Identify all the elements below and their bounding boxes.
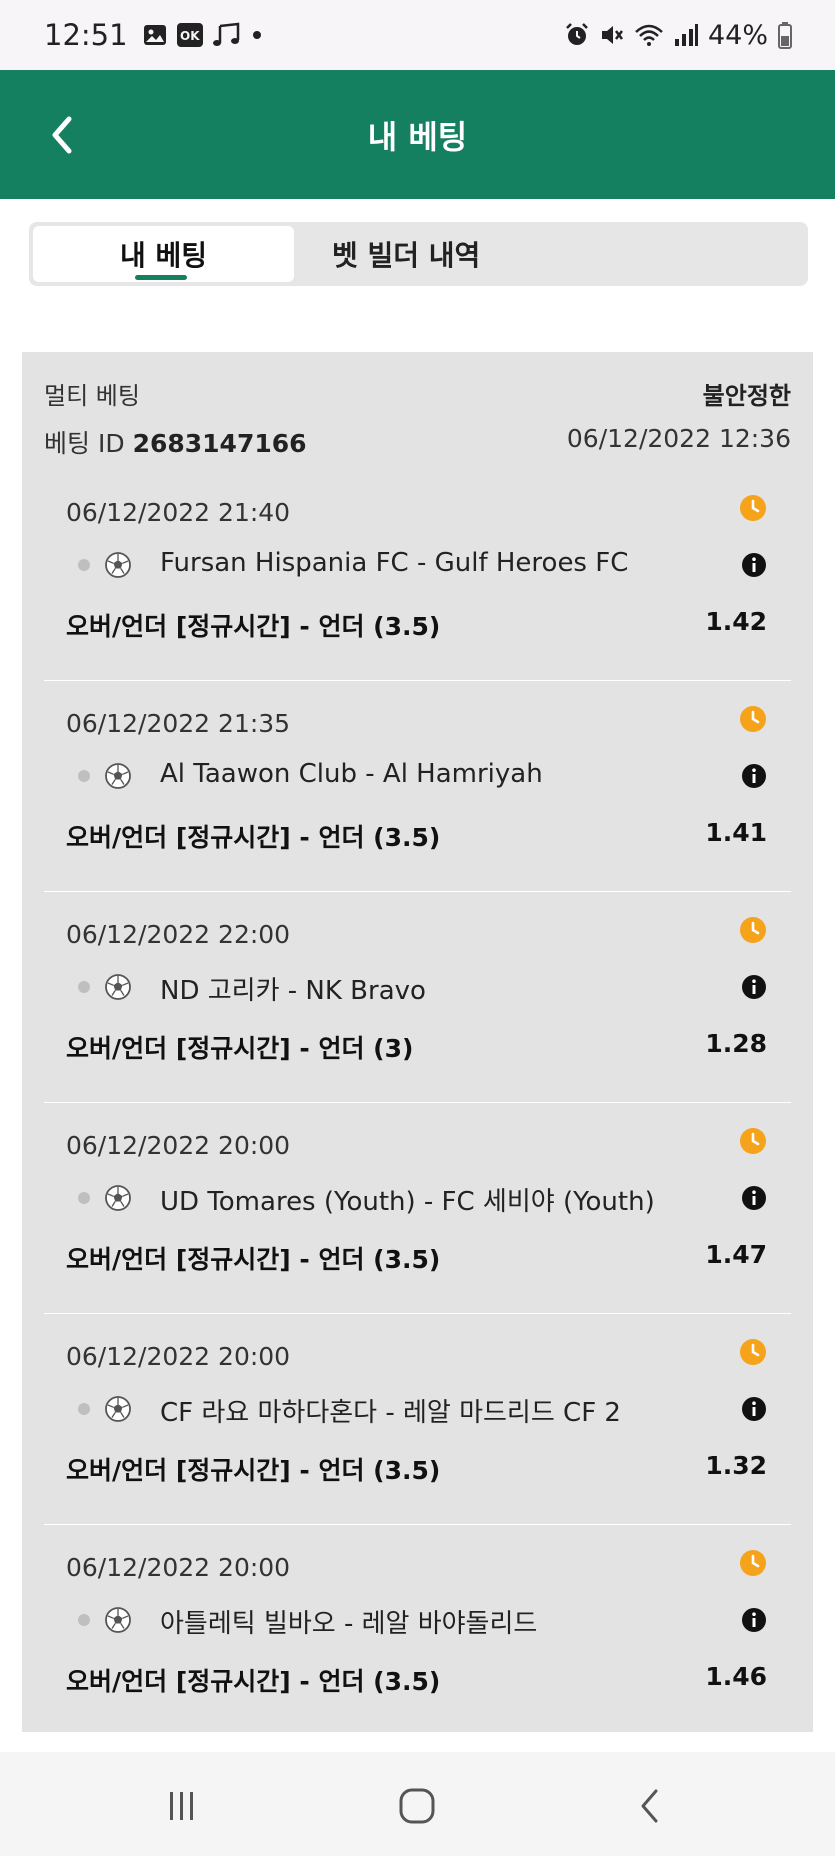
selection-date: 06/12/2022 21:40 [66,498,291,527]
bet-card: 멀티 베팅 불안정한 베팅 ID 2683147166 06/12/2022 12… [22,352,813,1736]
svg-text:OK: OK [180,29,200,43]
status-dot [78,770,90,782]
clock-icon [739,705,767,733]
selection-row: 06/12/2022 20:00 아틀레틱 빌바오 - 레알 바야돌리드오버/언더… [44,1525,791,1736]
match-name: Al Taawon Club - Al Hamriyah [160,759,543,789]
odds-value: 1.47 [705,1240,767,1269]
status-dot [78,559,90,571]
odds-value: 1.28 [705,1029,767,1058]
match-name: 아틀레틱 빌바오 - 레알 바야돌리드 [160,1609,538,1639]
back-button[interactable] [40,110,84,160]
selection-date: 06/12/2022 20:00 [66,1553,291,1582]
nav-back-button[interactable] [620,1784,680,1828]
soccer-ball-icon [104,1606,132,1634]
selection-row: 06/12/2022 22:00 ND 고리카 - NK Bravo 오버/언더 [… [44,892,791,1103]
selection-date: 06/12/2022 20:00 [66,1342,291,1371]
tab-label: 벳 빌더 내역 [332,239,481,272]
info-icon[interactable] [741,1607,767,1633]
status-bar: 12:51 OK 44% [0,0,835,70]
match-name: CF 라요 마하다혼다 - 레알 마드리드 CF 2 [160,1398,621,1428]
clock-icon [739,1549,767,1577]
bet-id-label: 베팅 ID [44,429,125,458]
market-label: 오버/언더 [정규시간] - 언더 (3.5) [66,1456,441,1485]
chevron-left-icon [52,116,72,154]
status-right-icons: 44% [564,20,793,51]
image-icon [142,22,168,48]
recent-apps-icon [170,1792,193,1820]
clock-icon [739,1127,767,1155]
status-badge: 불안정한 [702,382,791,410]
soccer-ball-icon [104,1395,132,1423]
alarm-icon [564,22,590,48]
odds-value: 1.46 [705,1662,767,1691]
bet-placed-date: 06/12/2022 12:36 [566,424,791,453]
info-icon[interactable] [741,1396,767,1422]
market-label: 오버/언더 [정규시간] - 언더 (3) [66,1034,414,1063]
selection-date: 06/12/2022 21:35 [66,709,291,738]
status-dot [78,1403,90,1415]
dot-icon [250,22,264,48]
soccer-ball-icon [104,973,132,1001]
system-nav-bar [0,1752,835,1856]
info-icon[interactable] [741,1185,767,1211]
clock-icon [739,916,767,944]
market-label: 오버/언더 [정규시간] - 언더 (3.5) [66,1245,441,1274]
match-name: ND 고리카 - NK Bravo [160,976,426,1006]
segmented-tabs: 내 베팅 벳 빌더 내역 [29,222,808,286]
bet-card-header: 멀티 베팅 불안정한 베팅 ID 2683147166 06/12/2022 12… [44,352,791,470]
status-left-icons: OK [142,22,264,48]
soccer-ball-icon [104,551,132,579]
mute-icon [599,22,625,48]
battery-icon [777,21,793,49]
page-title: 내 베팅 [367,117,468,156]
back-icon [641,1789,658,1823]
home-button[interactable] [387,1784,447,1828]
bet-id-value: 2683147166 [132,429,307,458]
market-label: 오버/언더 [정규시간] - 언더 (3.5) [66,612,441,641]
status-dot [78,1192,90,1204]
ok-app-icon: OK [176,22,204,48]
app-header: 내 베팅 [0,70,835,199]
clock-icon [739,494,767,522]
status-dot [78,981,90,993]
selection-row: 06/12/2022 21:40 Fursan Hispania FC - Gul… [44,470,791,681]
market-label: 오버/언더 [정규시간] - 언더 (3.5) [66,823,441,852]
match-name: UD Tomares (Youth) - FC 세비야 (Youth) [160,1187,655,1217]
info-icon[interactable] [741,552,767,578]
tab-active-indicator [135,275,187,280]
home-icon [399,1788,435,1824]
status-time: 12:51 [44,18,128,52]
recent-apps-button[interactable] [152,1784,212,1828]
selection-list: 06/12/2022 21:40 Fursan Hispania FC - Gul… [44,470,791,1736]
music-icon [212,22,242,48]
soccer-ball-icon [104,1184,132,1212]
tab-bet-builder-history[interactable]: 벳 빌더 내역 [294,226,804,282]
soccer-ball-icon [104,762,132,790]
odds-value: 1.42 [705,607,767,636]
odds-value: 1.32 [705,1451,767,1480]
odds-value: 1.41 [705,818,767,847]
wifi-icon [634,22,664,48]
match-name: Fursan Hispania FC - Gulf Heroes FC [160,548,629,578]
bet-id-row: 베팅 ID 2683147166 [44,424,307,460]
selection-date: 06/12/2022 22:00 [66,920,291,949]
tab-my-bets[interactable]: 내 베팅 [33,226,294,282]
tab-label: 내 베팅 [119,239,208,272]
selection-row: 06/12/2022 21:35 Al Taawon Club - Al Hamr… [44,681,791,892]
battery-percent: 44% [707,19,768,51]
market-label: 오버/언더 [정규시간] - 언더 (3.5) [66,1667,441,1696]
info-icon[interactable] [741,763,767,789]
signal-icon [673,22,699,48]
bet-type: 멀티 베팅 [44,382,140,410]
info-icon[interactable] [741,974,767,1000]
clock-icon [739,1338,767,1366]
status-dot [78,1614,90,1626]
selection-date: 06/12/2022 20:00 [66,1131,291,1160]
selection-row: 06/12/2022 20:00 UD Tomares (Youth) - FC … [44,1103,791,1314]
selection-row: 06/12/2022 20:00 CF 라요 마하다혼다 - 레알 마드리드 CF… [44,1314,791,1525]
